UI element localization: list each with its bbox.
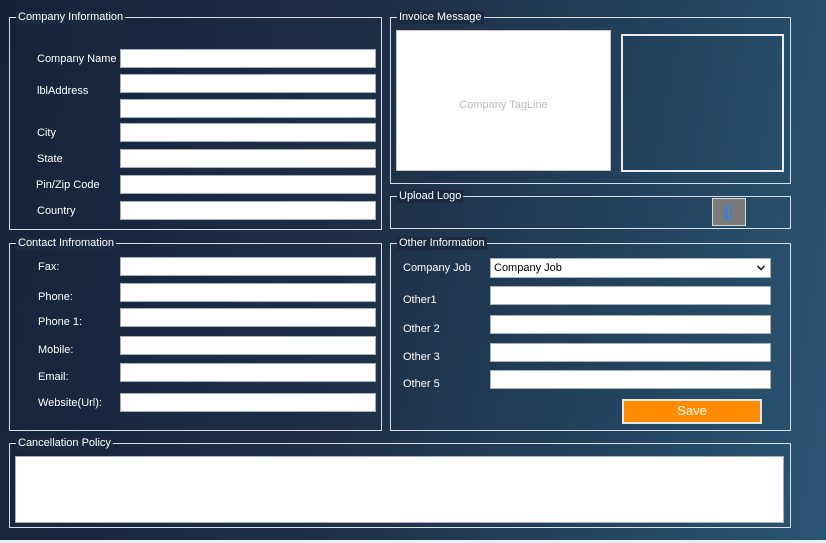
zip-code-input[interactable] <box>120 175 376 194</box>
upload-logo-title: Upload Logo <box>397 190 464 203</box>
address-label: lblAddress <box>37 85 89 97</box>
city-label: City <box>37 127 56 139</box>
fax-input[interactable] <box>120 257 376 276</box>
country-input[interactable] <box>120 201 376 220</box>
company-job-label: Company Job <box>403 262 471 274</box>
phone1-label: Phone 1: <box>38 316 83 328</box>
phone1-input[interactable] <box>120 308 376 327</box>
phone-label: Phone: <box>38 291 73 303</box>
chevron-down-icon <box>756 265 766 271</box>
other-information-title: Other Information <box>397 237 487 250</box>
company-name-input[interactable] <box>120 49 376 68</box>
company-job-select[interactable]: Company Job <box>490 258 771 278</box>
zip-code-label: Pin/Zip Code <box>36 179 100 191</box>
other2-label: Other 2 <box>403 323 440 335</box>
phone-input[interactable] <box>120 283 376 302</box>
upload-logo-button[interactable] <box>712 198 746 226</box>
company-job-selected: Company Job <box>494 262 562 274</box>
website-label: Website(Url): <box>38 397 102 409</box>
state-label: State <box>37 153 63 165</box>
company-name-label: Company Name <box>37 53 117 65</box>
other3-label: Other 3 <box>403 351 440 363</box>
city-input[interactable] <box>120 123 376 142</box>
fax-label: Fax: <box>38 261 60 273</box>
website-input[interactable] <box>120 393 376 412</box>
other2-input[interactable] <box>490 315 771 334</box>
address-line1-input[interactable] <box>120 74 376 93</box>
email-label: Email: <box>38 371 69 383</box>
other1-input[interactable] <box>490 286 771 305</box>
cancellation-policy-title: Cancellation Policy <box>16 437 113 450</box>
company-tagline-box[interactable]: Company TagLine <box>396 30 611 171</box>
address-line2-input[interactable] <box>120 99 376 118</box>
other5-label: Other 5 <box>403 378 440 390</box>
mobile-input[interactable] <box>120 336 376 355</box>
email-input[interactable] <box>120 363 376 382</box>
company-tagline-placeholder: Company TagLine <box>459 99 548 111</box>
logo-preview <box>621 34 784 172</box>
paperclip-icon <box>724 204 732 221</box>
other3-input[interactable] <box>490 343 771 362</box>
contact-information-title: Contact Infromation <box>16 237 116 250</box>
invoice-message-title: Invoice Message <box>397 11 484 24</box>
country-label: Country <box>37 205 76 217</box>
save-button[interactable]: Save <box>622 399 762 424</box>
other1-label: Other1 <box>403 294 437 306</box>
state-input[interactable] <box>120 149 376 168</box>
mobile-label: Mobile: <box>38 344 74 356</box>
other5-input[interactable] <box>490 370 771 389</box>
cancellation-policy-input[interactable] <box>15 456 784 523</box>
company-information-title: Company Information <box>16 11 126 24</box>
